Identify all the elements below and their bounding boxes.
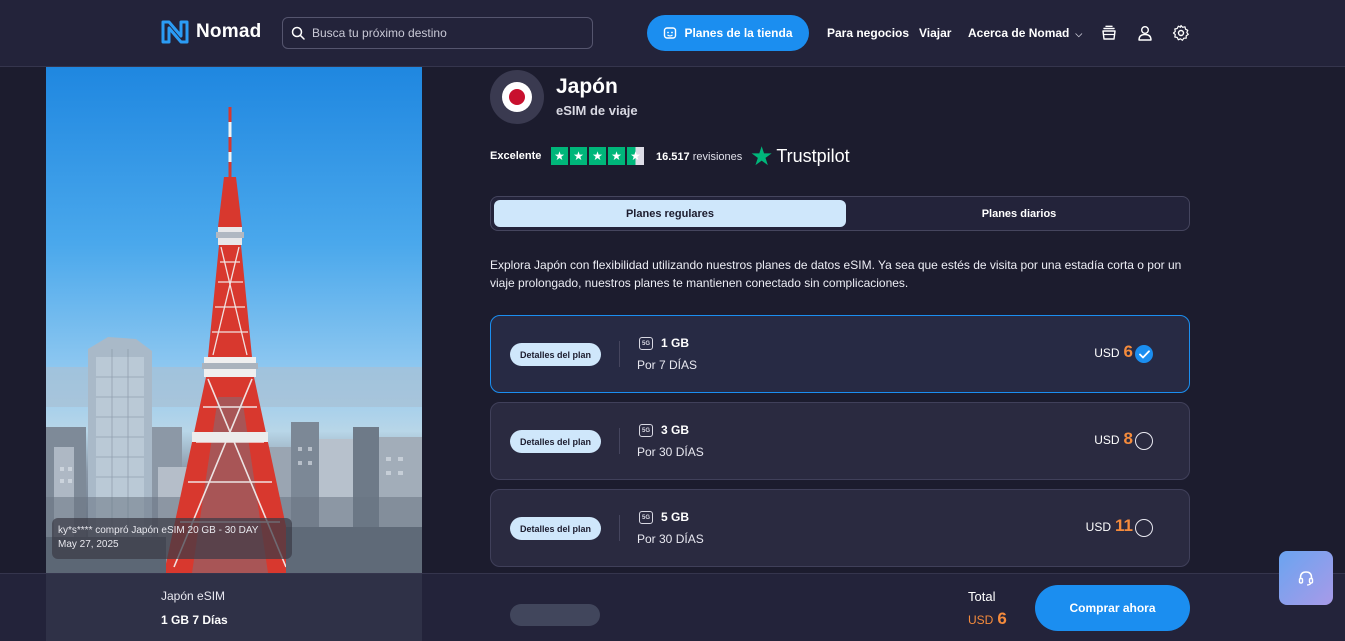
checkout-total: USD 6: [968, 609, 1007, 629]
half-star-icon: ★: [627, 147, 644, 165]
hero-image-underlay: [46, 574, 422, 641]
plan-price: USD 8: [1094, 429, 1133, 449]
page-title: Japón: [556, 75, 618, 98]
plan-details-button[interactable]: Detalles del plan: [510, 430, 601, 453]
check-icon: [1138, 349, 1150, 358]
divider: [619, 341, 620, 367]
headset-icon: [1298, 571, 1314, 586]
flag-white-field: [502, 82, 532, 112]
checkout-bar: Japón eSIM 1 GB 7 Días Total USD 6 Compr…: [0, 573, 1345, 641]
divider: [619, 428, 620, 454]
checkout-plan-summary: 1 GB 7 Días: [161, 613, 228, 627]
buy-now-button[interactable]: Comprar ahora: [1035, 585, 1190, 631]
plan-details-button[interactable]: Detalles del plan: [510, 517, 601, 540]
store-icon: [664, 27, 677, 39]
top-header: Nomad Planes de la tienda Para negocios …: [0, 0, 1345, 67]
nav-travel[interactable]: Viajar: [919, 26, 951, 40]
recent-purchase-toast: ky*s**** compró Japón eSIM 20 GB - 30 DA…: [52, 518, 292, 559]
store-plans-button[interactable]: Planes de la tienda: [647, 15, 809, 51]
store-plans-label: Planes de la tienda: [684, 26, 793, 40]
japan-flag: [490, 70, 544, 124]
nomad-logo-icon: [161, 20, 189, 44]
review-count[interactable]: 16.517 revisiones: [656, 151, 742, 163]
user-icon[interactable]: [1136, 24, 1154, 42]
network-5g-icon: 5G: [639, 424, 653, 437]
cart-icon[interactable]: [1100, 24, 1118, 42]
checkout-amount: 6: [997, 609, 1007, 628]
plan-underlay: [510, 604, 600, 626]
plan-duration: Por 30 DÍAS: [637, 532, 704, 546]
plan-card[interactable]: Detalles del plan 5G 1 GB Por 7 DÍAS USD…: [490, 315, 1190, 393]
checkout-currency: USD: [968, 613, 994, 627]
plan-duration: Por 7 DÍAS: [637, 358, 698, 372]
trustpilot-text: Trustpilot: [776, 145, 850, 166]
rating-label: Excelente: [490, 150, 542, 162]
nomad-logo[interactable]: Nomad: [160, 19, 261, 45]
plans-description: Explora Japón con flexibilidad utilizand…: [490, 258, 1182, 290]
recent-purchase-text: ky*s**** compró Japón eSIM 20 GB - 30 DA…: [58, 525, 259, 536]
plan-price: USD 11: [1086, 516, 1133, 536]
nav-about[interactable]: Acerca de Nomad ⌵: [968, 26, 1082, 40]
chevron-down-icon: ⌵: [1075, 29, 1083, 39]
network-5g-icon: 5G: [639, 337, 653, 350]
star-icon: ★: [589, 147, 606, 165]
flag-red-circle: [509, 89, 525, 105]
nav-business[interactable]: Para negocios: [827, 26, 909, 40]
recent-purchase-date: May 27, 2025: [58, 539, 119, 550]
search-icon: [291, 26, 305, 40]
plan-card[interactable]: Detalles del plan 5G 5 GB Por 30 DÍAS US…: [490, 489, 1190, 567]
nav-about-label: Acerca de Nomad: [968, 26, 1070, 40]
plan-data-amount: 5 GB: [661, 510, 690, 524]
plan-currency: USD: [1094, 433, 1120, 447]
hero-image-tokyo-tower: [46, 67, 422, 573]
network-5g-icon: 5G: [639, 511, 653, 524]
plan-amount: 8: [1123, 429, 1133, 448]
plan-currency: USD: [1085, 520, 1112, 534]
plan-amount: 6: [1123, 342, 1133, 361]
plan-details-button[interactable]: Detalles del plan: [510, 343, 601, 366]
logo-text: Nomad: [196, 21, 262, 42]
plan-currency: USD: [1094, 346, 1120, 360]
search-box[interactable]: [282, 17, 593, 49]
support-chat-button[interactable]: [1279, 551, 1333, 605]
tab-regular-plans[interactable]: Planes regulares: [494, 200, 846, 227]
plan-data-amount: 3 GB: [661, 423, 690, 437]
divider: [619, 515, 620, 541]
gear-icon[interactable]: [1172, 24, 1190, 42]
tab-daily-plans[interactable]: Planes diarios: [843, 200, 1195, 227]
tokyo-tower-illustration: [46, 107, 422, 573]
search-input[interactable]: [312, 26, 582, 40]
rating-stars: ★ ★ ★ ★ ★: [551, 147, 644, 165]
star-icon: ★: [570, 147, 587, 165]
plan-data-amount: 1 GB: [661, 336, 690, 350]
plan-amount: 11: [1115, 516, 1133, 535]
plan-radio[interactable]: [1135, 519, 1153, 537]
trustpilot-star-icon: ★: [750, 141, 774, 171]
checkout-product-name: Japón eSIM: [161, 589, 226, 603]
star-icon: ★: [551, 147, 568, 165]
plan-price: USD 6: [1094, 342, 1133, 362]
plan-card[interactable]: Detalles del plan 5G 3 GB Por 30 DÍAS US…: [490, 402, 1190, 480]
plan-type-tabs: Planes regulares Planes diarios: [490, 196, 1190, 231]
plan-duration: Por 30 DÍAS: [637, 445, 704, 459]
checkout-total-label: Total: [968, 589, 996, 604]
trustpilot-logo[interactable]: ★ Trustpilot: [750, 141, 850, 171]
review-count-number: 16.517: [656, 151, 690, 163]
plan-radio[interactable]: [1135, 432, 1153, 450]
plan-radio-checked[interactable]: [1135, 345, 1153, 363]
star-icon: ★: [608, 147, 625, 165]
page-subtitle: eSIM de viaje: [556, 103, 638, 118]
review-count-word: revisiones: [692, 151, 743, 163]
